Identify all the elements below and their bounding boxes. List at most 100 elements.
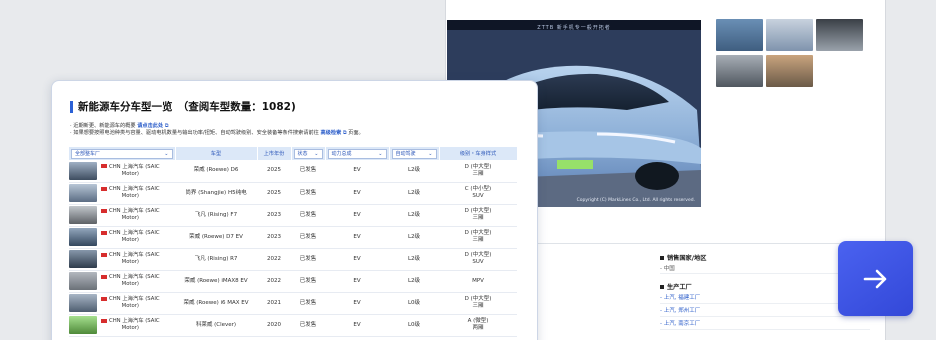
- china-flag-icon: [101, 186, 107, 191]
- maker-name-suffix: Motor): [121, 237, 139, 243]
- year-cell: 2025: [257, 182, 291, 205]
- maker-name-suffix: Motor): [121, 193, 139, 199]
- maker-cell: CHN 上海汽车 (SAIC Motor): [69, 226, 175, 249]
- ev-model-list-window: 新能源车分车型一览 （查阅车型数量：1082) · 近期新更、新能源车的概要 请…: [51, 80, 538, 340]
- model-link[interactable]: 科莱威 (Clever): [175, 314, 257, 337]
- autonomy-cell: L2级: [389, 204, 439, 227]
- status-cell: 已发售: [291, 182, 325, 205]
- class-cell: D (中大型) SUV: [439, 248, 517, 271]
- next-arrow-button[interactable]: [838, 241, 913, 316]
- table-row: CHN 上海汽车 (SAIC Motor) 飞凡 (Rising) F7 2023 已发…: [69, 204, 517, 227]
- autonomy-cell: L2级: [389, 160, 439, 183]
- powertrain-cell: EV: [325, 160, 389, 183]
- model-link[interactable]: 飞凡 (Rising) F7: [175, 204, 257, 227]
- year-cell: 2022: [257, 248, 291, 271]
- maker-name-suffix: Motor): [121, 303, 139, 309]
- table-row: CHN 上海汽车 (SAIC Motor) 荣威 (Roewe) i6 MAX EV…: [69, 292, 517, 315]
- year-cell: 2025: [257, 160, 291, 183]
- powertrain-cell: EV: [325, 226, 389, 249]
- china-flag-icon: [101, 230, 107, 235]
- status-cell: 已发售: [291, 248, 325, 271]
- status-cell: 已发售: [291, 270, 325, 293]
- powertrain-cell: EV: [325, 314, 389, 337]
- autonomy-cell: L2级: [389, 182, 439, 205]
- table-row: CHN 上海汽车 (SAIC Motor) 荣威 (Roewe) D7 EV 2023…: [69, 226, 517, 249]
- chevron-down-icon: ⌄: [164, 150, 169, 157]
- china-flag-icon: [101, 296, 107, 301]
- china-flag-icon: [101, 252, 107, 257]
- table-row: CHN 上海汽车 (SAIC Motor) 飞凡 (Rising) R7 2022 已发…: [69, 248, 517, 271]
- powertrain-filter-header: 动力总成 ⌄: [325, 147, 390, 160]
- year-cell: 2023: [257, 226, 291, 249]
- car-thumbnail[interactable]: [69, 206, 97, 224]
- maker-cell: CHN 上海汽车 (SAIC Motor): [69, 292, 175, 315]
- class-body: 三厢: [472, 303, 484, 309]
- status-cell: 已发售: [291, 226, 325, 249]
- maker-cell: CHN 上海汽车 (SAIC Motor): [69, 204, 175, 227]
- car-thumbnail[interactable]: [69, 294, 97, 312]
- photo-thumbnail[interactable]: [716, 55, 763, 87]
- status-filter-select[interactable]: 状态 ⌄: [293, 148, 323, 159]
- class-body: 两厢: [472, 325, 484, 331]
- car-thumbnail[interactable]: [69, 272, 97, 290]
- class-size: C (中小型): [464, 186, 492, 192]
- powertrain-filter-select[interactable]: 动力总成 ⌄: [327, 148, 387, 159]
- model-link[interactable]: 荣威 (Roewe) iMAX8 EV: [175, 270, 257, 293]
- maker-name-suffix: Motor): [121, 281, 139, 287]
- copyright-text: Copyright (C) MarkLines Co., Ltd. All ri…: [576, 198, 695, 203]
- year-header: 上市年份: [257, 147, 292, 160]
- table-row: CHN 上海汽车 (SAIC Motor) 科莱威 (Clever) 2020 已发售 E…: [69, 314, 517, 337]
- model-link[interactable]: 荣威 (Roewe) D7 EV: [175, 226, 257, 249]
- class-size: D (中大型): [464, 208, 492, 214]
- autonomy-cell: L2级: [389, 270, 439, 293]
- model-link[interactable]: 尚界 (Shangjie) H5纯电: [175, 182, 257, 205]
- status-filter-header: 状态 ⌄: [291, 147, 326, 160]
- arrow-right-icon: [863, 269, 886, 288]
- chevron-down-icon: ⌄: [378, 150, 383, 157]
- photo-thumbnail[interactable]: [766, 55, 813, 87]
- class-body: 三厢: [472, 215, 484, 221]
- year-cell: 2020: [257, 314, 291, 337]
- car-thumbnail[interactable]: [69, 228, 97, 246]
- powertrain-cell: EV: [325, 248, 389, 271]
- photo-thumbnail[interactable]: [716, 19, 763, 51]
- class-header: 级别・车身样式: [439, 147, 518, 160]
- class-size: D (中大型): [464, 296, 492, 302]
- car-thumbnail[interactable]: [69, 316, 97, 334]
- model-link[interactable]: 荣威 (Roewe) D6: [175, 160, 257, 183]
- advanced-search-link[interactable]: 高级检索: [321, 130, 342, 136]
- car-thumbnail[interactable]: [69, 161, 97, 180]
- autonomy-cell: L0级: [389, 292, 439, 315]
- bullet-square-icon: [660, 284, 664, 289]
- photo-thumbnail[interactable]: [816, 19, 863, 51]
- chevron-down-icon: ⌄: [314, 150, 319, 157]
- car-thumbnail[interactable]: [69, 250, 97, 268]
- class-cell: D (中大型) 三厢: [439, 292, 517, 315]
- china-flag-icon: [101, 318, 107, 323]
- table-row: CHN 上海汽车 (SAIC Motor) 荣威 (Roewe) D6 2025 已发售…: [69, 160, 517, 183]
- car-thumbnail[interactable]: [69, 184, 97, 202]
- class-size: D (中大型): [464, 252, 492, 258]
- powertrain-cell: EV: [325, 204, 389, 227]
- class-cell: MPV: [439, 270, 517, 293]
- photo-thumbnail[interactable]: [766, 19, 813, 51]
- maker-cell: CHN 上海汽车 (SAIC Motor): [69, 248, 175, 271]
- status-cell: 已发售: [291, 314, 325, 337]
- maker-filter-select[interactable]: 全部整车厂 ⌄: [71, 148, 173, 159]
- model-link[interactable]: 荣威 (Roewe) i6 MAX EV: [175, 292, 257, 315]
- maker-name: CHN 上海汽车 (SAIC: [109, 296, 160, 302]
- chevron-down-icon: ⌄: [428, 150, 433, 157]
- maker-name: CHN 上海汽车 (SAIC: [109, 252, 160, 258]
- factory-link[interactable]: - 上汽, 南京工厂: [660, 317, 870, 330]
- class-size: A (微型): [467, 318, 489, 324]
- maker-cell: CHN 上海汽车 (SAIC Motor): [69, 160, 175, 183]
- model-link[interactable]: 飞凡 (Rising) R7: [175, 248, 257, 271]
- autonomy-filter-select[interactable]: 自动驾驶 ⌄: [391, 148, 437, 159]
- status-cell: 已发售: [291, 160, 325, 183]
- powertrain-cell: EV: [325, 292, 389, 315]
- autonomy-cell: L2级: [389, 248, 439, 271]
- class-cell: C (中小型) SUV: [439, 182, 517, 205]
- table-row: CHN 上海汽车 (SAIC Motor) 尚界 (Shangjie) H5纯电 20…: [69, 182, 517, 205]
- year-cell: 2023: [257, 204, 291, 227]
- class-size: MPV: [472, 277, 484, 284]
